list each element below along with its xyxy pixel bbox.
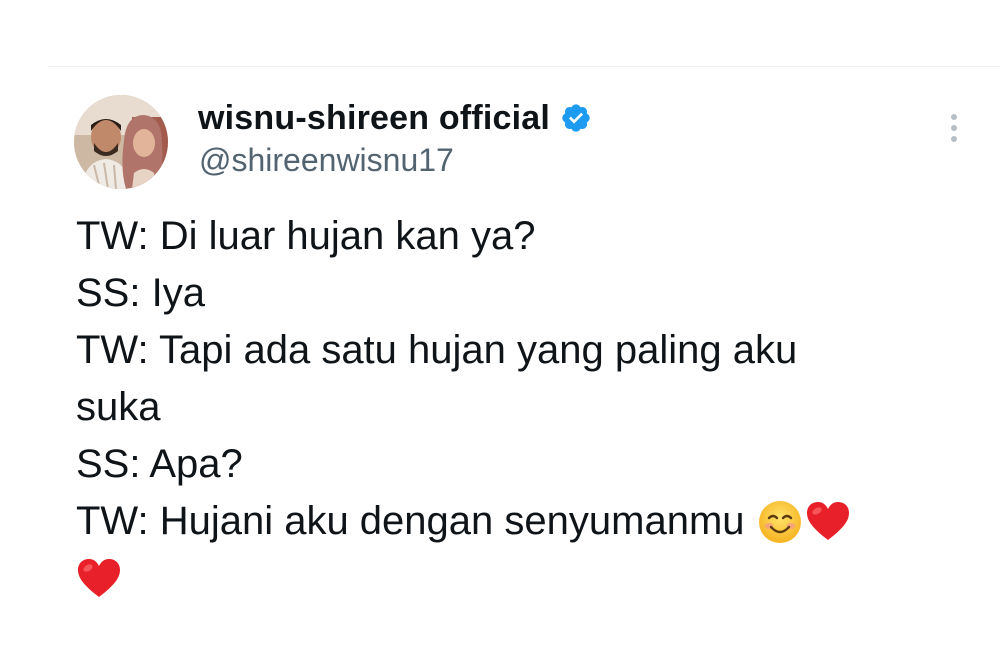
tweet-text: TW: Di luar hujan kan ya? SS: Iya TW: Ta… — [76, 208, 956, 607]
tweet-line: TW: Tapi ada satu hujan yang paling aku — [76, 328, 798, 372]
tweet-line — [76, 550, 956, 607]
author-name-row: wisnu-shireen official — [198, 96, 592, 140]
more-vertical-icon[interactable] — [944, 114, 964, 150]
avatar[interactable] — [74, 95, 168, 189]
tweet-line: TW: Hujani aku dengan senyumanmu — [76, 493, 956, 550]
red-heart-emoji — [805, 499, 851, 545]
smiling-face-emoji — [757, 499, 803, 545]
tweet-line: SS: Iya — [76, 271, 205, 315]
tweet-line: TW: Di luar hujan kan ya? — [76, 214, 536, 258]
tweet-line: suka — [76, 385, 161, 429]
user-handle[interactable]: @shireenwisnu17 — [199, 142, 454, 179]
red-heart-emoji — [76, 556, 122, 602]
display-name[interactable]: wisnu-shireen official — [198, 99, 550, 138]
verified-badge-icon[interactable] — [560, 102, 592, 134]
page: wisnu-shireen official @shireenwisnu17 T… — [0, 0, 1000, 667]
tweet-card: wisnu-shireen official @shireenwisnu17 T… — [0, 0, 1000, 667]
tweet-line: SS: Apa? — [76, 442, 243, 486]
avatar-photo — [74, 95, 168, 189]
